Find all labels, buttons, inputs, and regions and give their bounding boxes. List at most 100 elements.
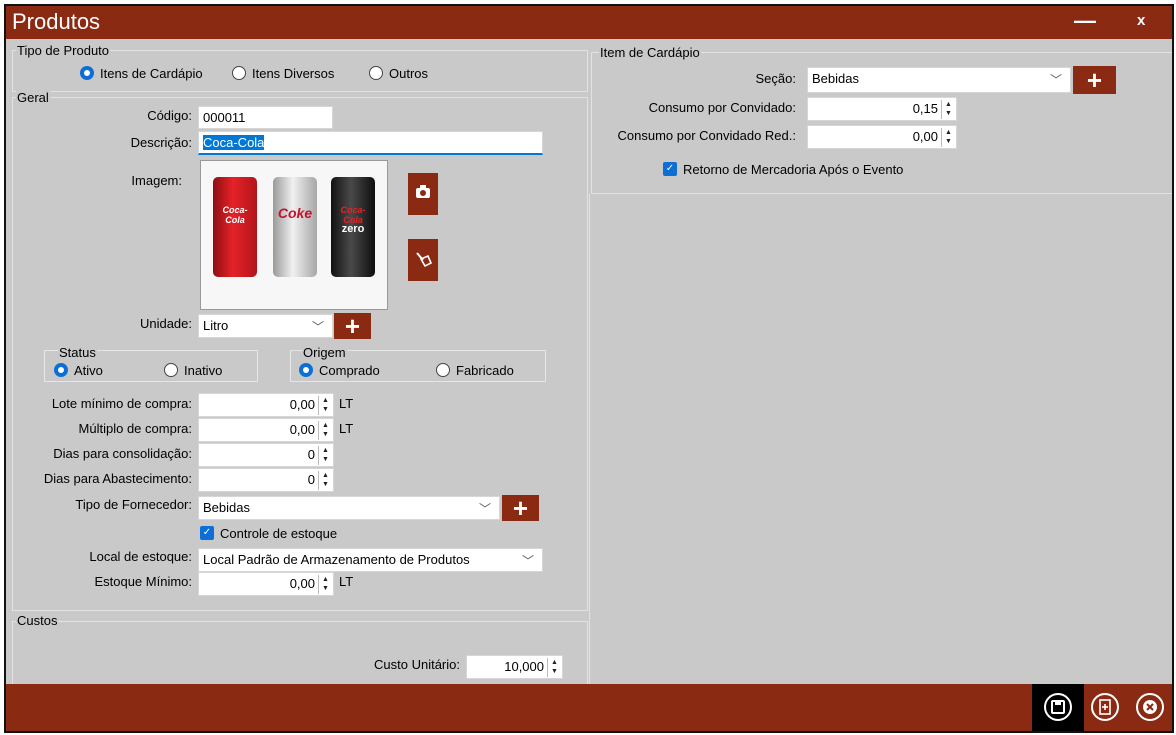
dias-abastecimento-value: 0 xyxy=(307,472,315,487)
plus-icon: + xyxy=(512,493,529,523)
imagem-label: Imagem: xyxy=(131,173,182,188)
can-classic: Coca-Cola xyxy=(213,177,257,277)
lote-minimo-field[interactable]: 0,00 ▲ ▼ xyxy=(198,393,334,417)
save-button[interactable] xyxy=(1044,693,1072,721)
multiplo-spinner[interactable]: ▲ ▼ xyxy=(318,421,332,440)
radio-comprado[interactable] xyxy=(299,363,313,377)
secao-dropdown[interactable]: Bebidas ﹀ xyxy=(807,67,1071,93)
new-button[interactable] xyxy=(1091,693,1119,721)
retorno-mercadoria-label[interactable]: Retorno de Mercadoria Após o Evento xyxy=(683,162,903,177)
product-image: Coca-Cola Coke Coca-Cola zero xyxy=(200,160,388,310)
custos-legend: Custos xyxy=(16,613,59,628)
clear-image-button[interactable] xyxy=(408,239,438,281)
chevron-down-icon: ﹀ xyxy=(521,554,534,568)
consumo-convidado-red-value: 0,00 xyxy=(912,129,938,144)
retorno-mercadoria-checkbox[interactable]: ✓ xyxy=(663,162,677,176)
local-estoque-label: Local de estoque: xyxy=(89,549,192,564)
consumo-convidado-spinner[interactable]: ▲ ▼ xyxy=(941,100,955,119)
estoque-minimo-spinner[interactable]: ▲ ▼ xyxy=(318,575,332,594)
chevron-down-icon: ﹀ xyxy=(311,320,324,334)
camera-icon xyxy=(416,185,430,198)
radio-ativo-label[interactable]: Ativo xyxy=(74,363,103,378)
estoque-minimo-unit: LT xyxy=(339,574,354,589)
consumo-convidado-value: 0,15 xyxy=(912,101,938,116)
radio-inativo[interactable] xyxy=(164,363,178,377)
codigo-label: Código: xyxy=(147,108,192,123)
multiplo-label: Múltiplo de compra: xyxy=(78,421,192,436)
lote-unit: LT xyxy=(339,396,354,411)
footer-toolbar xyxy=(6,684,1172,731)
radio-itens-cardapio-label[interactable]: Itens de Cardápio xyxy=(100,66,203,81)
title-bar: Produtos — x xyxy=(6,6,1172,39)
minimize-button[interactable]: — xyxy=(1074,8,1096,34)
cancel-button[interactable] xyxy=(1136,693,1164,721)
tipo-fornecedor-label: Tipo de Fornecedor: xyxy=(75,497,192,512)
add-tipo-fornecedor-button[interactable]: + xyxy=(502,495,539,521)
can-diet: Coke xyxy=(273,177,317,277)
consumo-convidado-label: Consumo por Convidado: xyxy=(648,100,796,115)
close-button[interactable]: x xyxy=(1137,12,1145,29)
broom-icon xyxy=(416,252,433,268)
chevron-down-icon: ﹀ xyxy=(478,502,491,516)
new-document-icon xyxy=(1099,699,1111,715)
camera-button[interactable] xyxy=(408,173,438,215)
descricao-field[interactable]: Coca-Cola xyxy=(198,131,543,155)
descricao-selected-text: Coca-Cola xyxy=(203,135,265,150)
consumo-convidado-red-label: Consumo por Convidado Red.: xyxy=(617,128,797,143)
lote-minimo-value: 0,00 xyxy=(289,397,315,412)
consumo-convidado-red-field[interactable]: 0,00 ▲ ▼ xyxy=(807,125,957,149)
radio-inativo-label[interactable]: Inativo xyxy=(184,363,222,378)
radio-outros[interactable] xyxy=(369,66,383,80)
unidade-value: Litro xyxy=(203,318,229,333)
item-cardapio-legend: Item de Cardápio xyxy=(599,45,701,60)
dias-consolidacao-field[interactable]: 0 ▲ ▼ xyxy=(198,443,334,467)
plus-icon: + xyxy=(344,311,361,341)
consumo-convidado-red-spinner[interactable]: ▲ ▼ xyxy=(941,128,955,147)
chevron-down-icon: ﹀ xyxy=(1049,73,1062,87)
unidade-dropdown[interactable]: Litro ﹀ xyxy=(198,314,333,338)
dias-consolidacao-spinner[interactable]: ▲ ▼ xyxy=(318,446,332,465)
radio-ativo[interactable] xyxy=(54,363,68,377)
radio-fabricado-label[interactable]: Fabricado xyxy=(456,363,514,378)
descricao-label: Descrição: xyxy=(130,135,192,150)
dias-abastecimento-field[interactable]: 0 ▲ ▼ xyxy=(198,468,334,492)
produtos-window: Produtos — x Tipo de Produto Itens de Ca… xyxy=(4,4,1174,733)
consumo-convidado-field[interactable]: 0,15 ▲ ▼ xyxy=(807,97,957,121)
controle-estoque-label[interactable]: Controle de estoque xyxy=(220,526,337,541)
codigo-field[interactable]: 000011 xyxy=(198,106,333,129)
geral-legend: Geral xyxy=(16,90,50,105)
custo-unitario-value: 10,000 xyxy=(504,659,544,674)
unidade-label: Unidade: xyxy=(139,316,192,331)
custo-unitario-spinner[interactable]: ▲ ▼ xyxy=(547,658,561,677)
multiplo-unit: LT xyxy=(339,421,354,436)
tipo-produto-legend: Tipo de Produto xyxy=(16,43,111,58)
dias-consolidacao-label: Dias para consolidação: xyxy=(53,446,192,461)
plus-icon: + xyxy=(1086,65,1103,95)
radio-fabricado[interactable] xyxy=(436,363,450,377)
radio-itens-diversos-label[interactable]: Itens Diversos xyxy=(252,66,334,81)
lote-minimo-label: Lote mínimo de compra: xyxy=(51,396,192,411)
multiplo-field[interactable]: 0,00 ▲ ▼ xyxy=(198,418,334,442)
custo-unitario-label: Custo Unitário: xyxy=(374,657,460,672)
add-unidade-button[interactable]: + xyxy=(334,313,371,339)
radio-itens-cardapio[interactable] xyxy=(80,66,94,80)
can-zero-sub: zero xyxy=(341,223,365,235)
local-estoque-dropdown[interactable]: Local Padrão de Armazenamento de Produto… xyxy=(198,548,543,572)
controle-estoque-checkbox[interactable]: ✓ xyxy=(200,526,214,540)
window-title: Produtos xyxy=(12,9,101,34)
estoque-minimo-field[interactable]: 0,00 ▲ ▼ xyxy=(198,572,334,596)
radio-itens-diversos[interactable] xyxy=(232,66,246,80)
radio-comprado-label[interactable]: Comprado xyxy=(319,363,380,378)
column-divider xyxy=(589,194,590,684)
add-secao-button[interactable]: + xyxy=(1073,66,1116,94)
local-estoque-value: Local Padrão de Armazenamento de Produto… xyxy=(203,552,470,567)
secao-value: Bebidas xyxy=(812,71,859,86)
radio-outros-label[interactable]: Outros xyxy=(389,66,428,81)
tipo-fornecedor-dropdown[interactable]: Bebidas ﹀ xyxy=(198,496,500,520)
tipo-fornecedor-value: Bebidas xyxy=(203,500,250,515)
dias-abastecimento-spinner[interactable]: ▲ ▼ xyxy=(318,471,332,490)
dias-consolidacao-value: 0 xyxy=(307,447,315,462)
lote-spinner[interactable]: ▲ ▼ xyxy=(318,396,332,415)
close-circle-icon xyxy=(1143,700,1157,714)
custo-unitario-field[interactable]: 10,000 ▲ ▼ xyxy=(466,655,563,679)
